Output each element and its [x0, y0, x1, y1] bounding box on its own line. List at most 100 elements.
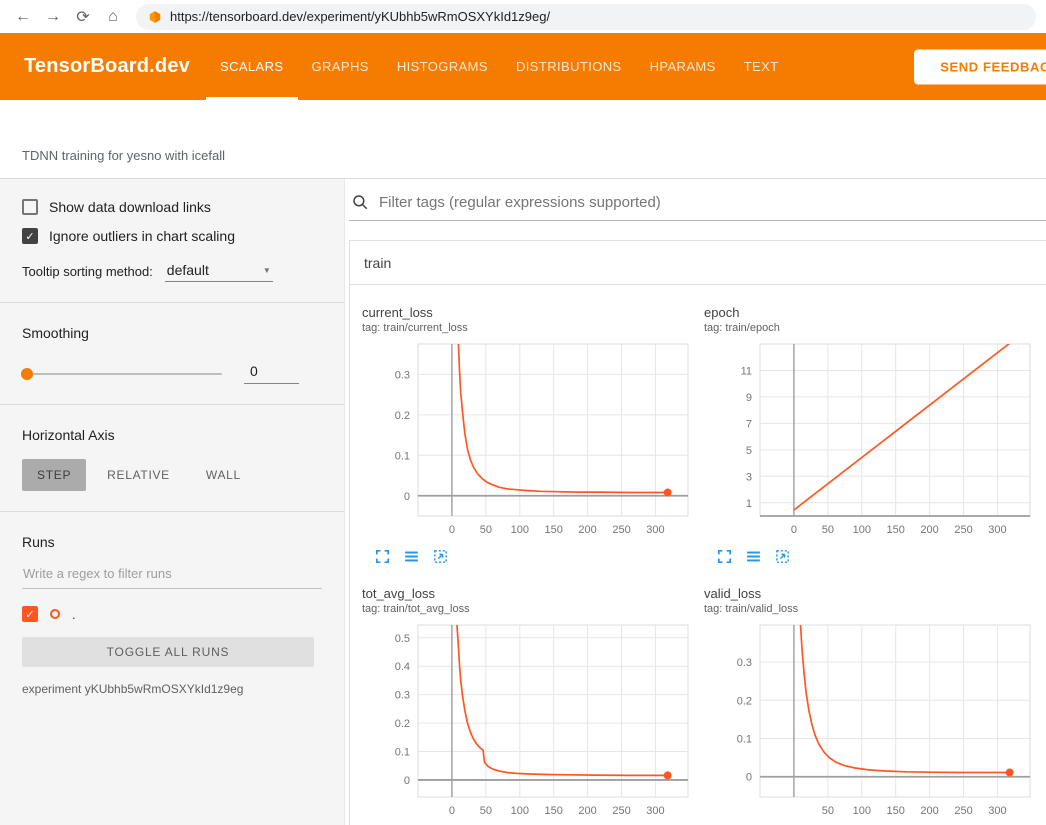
chart-card-tot_avg_loss: tot_avg_losstag: train/tot_avg_loss05010… — [354, 576, 690, 825]
ignore-outliers-row[interactable]: ✓ Ignore outliers in chart scaling — [0, 228, 344, 244]
svg-text:250: 250 — [954, 805, 972, 817]
svg-text:150: 150 — [886, 805, 904, 817]
nav-tabs: SCALARSGRAPHSHISTOGRAMSDISTRIBUTIONSHPAR… — [206, 33, 793, 100]
horizontal-axis-buttons: STEPRELATIVEWALL — [0, 459, 344, 491]
run-color-swatch-icon — [50, 609, 60, 619]
divider — [0, 302, 344, 303]
divider — [0, 404, 344, 405]
svg-text:0.3: 0.3 — [395, 369, 410, 381]
chart-toolbar — [716, 548, 1032, 566]
home-icon[interactable]: ⌂ — [100, 4, 126, 30]
fit-domain-icon[interactable] — [774, 548, 792, 566]
train-card: train current_losstag: train/current_los… — [349, 240, 1046, 825]
chart-canvas-tot_avg_loss[interactable]: 05010015020025030000.10.20.30.40.5 — [354, 620, 690, 825]
chart-canvas-valid_loss[interactable]: 5010015020025030000.10.20.3 — [696, 620, 1032, 825]
tab-distributions[interactable]: DISTRIBUTIONS — [502, 33, 636, 100]
smoothing-slider[interactable] — [22, 373, 222, 375]
svg-text:50: 50 — [480, 805, 492, 817]
svg-text:150: 150 — [544, 524, 562, 536]
train-section-label: train — [364, 255, 391, 271]
svg-text:3: 3 — [746, 471, 752, 483]
tab-histograms[interactable]: HISTOGRAMS — [383, 33, 502, 100]
forward-icon[interactable]: → — [40, 4, 66, 30]
chart-canvas-epoch[interactable]: 0501001502002503001357911 — [696, 339, 1032, 545]
svg-text:0: 0 — [404, 775, 410, 787]
svg-text:50: 50 — [822, 524, 834, 536]
svg-text:0.2: 0.2 — [395, 718, 410, 730]
app-header: TensorBoard.dev SCALARSGRAPHSHISTOGRAMSD… — [0, 33, 1046, 100]
tab-text[interactable]: TEXT — [730, 33, 793, 100]
tooltip-sorting-value: default — [167, 262, 209, 278]
slider-thumb[interactable] — [21, 368, 33, 380]
expand-y-axis-icon[interactable] — [745, 548, 763, 566]
svg-text:250: 250 — [612, 524, 630, 536]
runs-label: Runs — [0, 534, 344, 550]
svg-text:0.1: 0.1 — [395, 450, 410, 462]
chart-tag: tag: train/valid_loss — [704, 603, 1032, 615]
expand-y-axis-icon[interactable] — [403, 548, 421, 566]
reload-icon[interactable]: ⟳ — [70, 4, 96, 30]
main-content: train current_losstag: train/current_los… — [345, 179, 1046, 825]
dropdown-caret-icon: ▼ — [263, 266, 271, 275]
chart-canvas-current_loss[interactable]: 05010015020025030000.10.20.3 — [354, 339, 690, 545]
svg-text:11: 11 — [741, 365, 752, 377]
svg-text:0.3: 0.3 — [737, 657, 752, 669]
experiment-title-bar: TDNN training for yesno with icefall — [0, 100, 1046, 179]
run-row[interactable]: ✓ . — [0, 606, 344, 622]
run-checkbox-checked-icon[interactable]: ✓ — [22, 606, 38, 622]
svg-text:100: 100 — [853, 524, 871, 536]
app-logo[interactable]: TensorBoard.dev — [24, 55, 190, 78]
smoothing-label: Smoothing — [0, 325, 344, 341]
svg-text:300: 300 — [988, 805, 1006, 817]
svg-text:250: 250 — [954, 524, 972, 536]
fit-domain-icon[interactable] — [432, 548, 450, 566]
tooltip-sorting-row: Tooltip sorting method: default ▼ — [0, 262, 344, 282]
svg-text:100: 100 — [853, 805, 871, 817]
chart-card-current_loss: current_losstag: train/current_loss05010… — [354, 295, 690, 566]
content-area: Show data download links ✓ Ignore outlie… — [0, 179, 1046, 825]
chart-title: current_loss — [362, 305, 690, 320]
svg-text:0.5: 0.5 — [395, 633, 410, 645]
tensorboard-favicon-icon — [148, 10, 162, 24]
svg-text:150: 150 — [886, 524, 904, 536]
svg-text:7: 7 — [746, 418, 752, 430]
ignore-outliers-label: Ignore outliers in chart scaling — [49, 228, 235, 244]
address-url: https://tensorboard.dev/experiment/yKUbh… — [170, 9, 550, 24]
svg-text:0.1: 0.1 — [395, 747, 410, 759]
runs-filter-input[interactable] — [22, 566, 322, 589]
tab-hparams[interactable]: HPARAMS — [636, 33, 730, 100]
svg-text:200: 200 — [920, 805, 938, 817]
smoothing-value[interactable]: 0 — [244, 363, 299, 384]
experiment-title: TDNN training for yesno with icefall — [22, 148, 225, 163]
svg-text:0.1: 0.1 — [737, 734, 752, 746]
checkbox-unchecked-icon[interactable] — [22, 199, 38, 215]
svg-text:0: 0 — [404, 491, 410, 503]
experiment-id: experiment yKUbhb5wRmOSXYkId1z9eg — [0, 682, 344, 696]
fullscreen-icon[interactable] — [374, 548, 392, 566]
tooltip-sorting-dropdown[interactable]: default ▼ — [165, 262, 273, 282]
axis-wall-button[interactable]: WALL — [191, 459, 256, 491]
send-feedback-button[interactable]: SEND FEEDBACK — [914, 49, 1046, 84]
chart-tag: tag: train/tot_avg_loss — [362, 603, 690, 615]
tag-filter-input[interactable] — [379, 194, 1046, 211]
tab-scalars[interactable]: SCALARS — [206, 33, 298, 100]
address-bar[interactable]: https://tensorboard.dev/experiment/yKUbh… — [136, 4, 1036, 30]
checkbox-checked-icon[interactable]: ✓ — [22, 228, 38, 244]
fullscreen-icon[interactable] — [716, 548, 734, 566]
svg-text:300: 300 — [988, 524, 1006, 536]
show-download-links-label: Show data download links — [49, 199, 211, 215]
train-section-header[interactable]: train — [350, 241, 1046, 285]
divider — [0, 511, 344, 512]
svg-text:0.2: 0.2 — [395, 410, 410, 422]
horizontal-axis-label: Horizontal Axis — [0, 427, 344, 443]
sidebar: Show data download links ✓ Ignore outlie… — [0, 179, 345, 825]
toggle-all-runs-button[interactable]: TOGGLE ALL RUNS — [22, 637, 314, 667]
back-icon[interactable]: ← — [10, 4, 36, 30]
axis-step-button[interactable]: STEP — [22, 459, 86, 491]
svg-text:0: 0 — [449, 805, 455, 817]
tooltip-sorting-label: Tooltip sorting method: — [22, 264, 153, 282]
show-download-links-row[interactable]: Show data download links — [0, 199, 344, 215]
axis-relative-button[interactable]: RELATIVE — [92, 459, 185, 491]
svg-text:0: 0 — [791, 524, 797, 536]
tab-graphs[interactable]: GRAPHS — [298, 33, 383, 100]
